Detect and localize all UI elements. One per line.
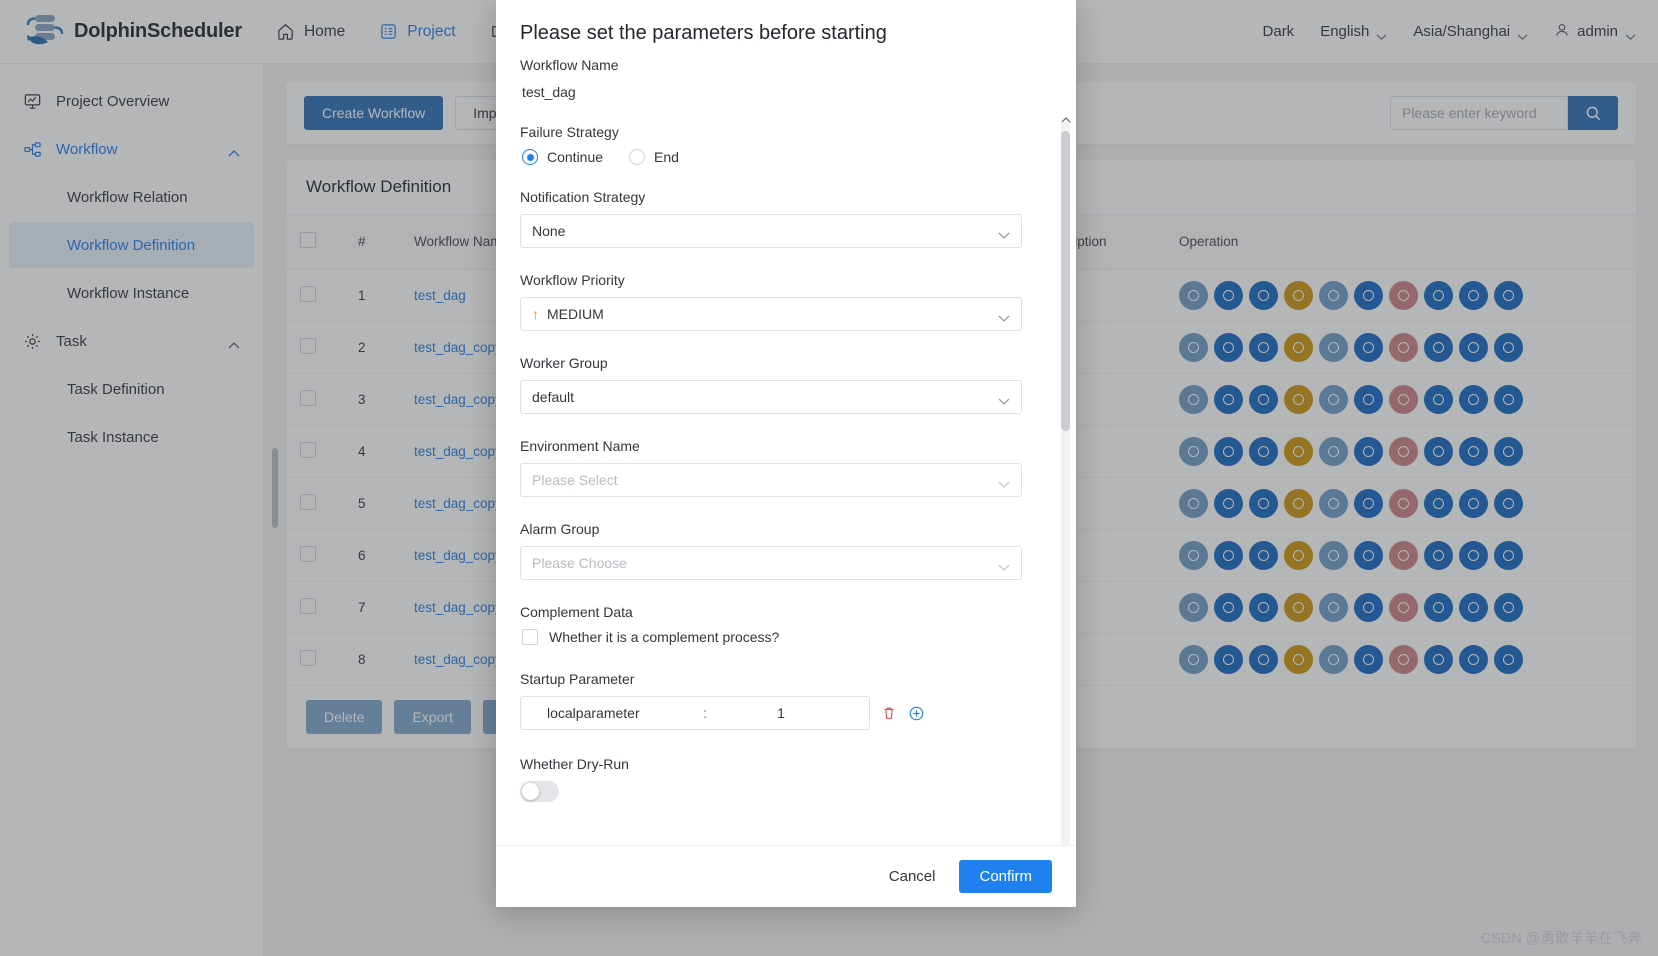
delete-parameter-icon[interactable] — [881, 705, 897, 721]
notification-strategy-select[interactable]: None — [520, 214, 1022, 248]
dialog-footer: Cancel Confirm — [496, 845, 1076, 907]
chevron-down-icon — [998, 559, 1010, 571]
failure-strategy-group: Continue End — [520, 149, 1022, 165]
complement-checkbox-label: Whether it is a complement process? — [549, 629, 780, 645]
dialog-title: Please set the parameters before startin… — [520, 22, 887, 44]
startup-parameter-box[interactable]: localparameter : 1 — [520, 696, 870, 730]
workflow-priority-label: Workflow Priority — [520, 272, 625, 288]
field-notification-strategy: Notification Strategy None — [520, 189, 1022, 248]
startup-param-value-input[interactable]: 1 — [711, 705, 869, 721]
startup-parameter-row: localparameter : 1 — [520, 696, 1022, 730]
field-dry-run: Whether Dry-Run — [520, 756, 1022, 802]
worker-group-label: Worker Group — [520, 355, 608, 371]
watermark: CSDN @勇敢羊羊在飞奔 — [1480, 931, 1642, 947]
dry-run-label: Whether Dry-Run — [520, 756, 629, 772]
worker-group-select[interactable]: default — [520, 380, 1022, 414]
environment-name-placeholder: Please Select — [532, 472, 618, 488]
workflow-priority-value: MEDIUM — [547, 306, 604, 322]
field-workflow-name: Workflow Name test_dag — [520, 57, 1022, 100]
radio-end-control[interactable] — [629, 149, 646, 165]
complement-checkbox[interactable] — [522, 629, 538, 645]
chevron-down-icon — [998, 310, 1010, 322]
complement-data-label: Complement Data — [520, 604, 633, 620]
failure-strategy-label: Failure Strategy — [520, 124, 619, 140]
dialog-scrollbar-thumb[interactable] — [1061, 131, 1070, 431]
alarm-group-label: Alarm Group — [520, 521, 600, 537]
workflow-name-value: test_dag — [522, 84, 576, 100]
worker-group-value: default — [532, 389, 575, 405]
field-workflow-priority: Workflow Priority ↑ MEDIUM — [520, 272, 1022, 331]
environment-name-select[interactable]: Please Select — [520, 463, 1022, 497]
field-alarm-group: Alarm Group Please Choose — [520, 521, 1022, 580]
alarm-group-placeholder: Please Choose — [532, 555, 627, 571]
chevron-down-icon — [998, 227, 1010, 239]
radio-end-label: End — [654, 149, 679, 165]
field-complement-data: Complement Data Whether it is a compleme… — [520, 604, 1022, 645]
app-root: DolphinScheduler Home Project Resources — [0, 0, 1658, 956]
cancel-button[interactable]: Cancel — [879, 862, 946, 891]
chevron-down-icon — [998, 476, 1010, 488]
priority-arrow-up-icon: ↑ — [532, 306, 539, 322]
start-parameters-dialog: Please set the parameters before startin… — [496, 0, 1076, 907]
chevron-down-icon — [998, 393, 1010, 405]
startup-param-separator: : — [703, 705, 707, 721]
field-startup-parameter: Startup Parameter localparameter : 1 — [520, 671, 1022, 730]
field-environment-name: Environment Name Please Select — [520, 438, 1022, 497]
startup-parameter-label: Startup Parameter — [520, 671, 635, 687]
alarm-group-select[interactable]: Please Choose — [520, 546, 1022, 580]
radio-continue-label: Continue — [547, 149, 604, 165]
environment-name-label: Environment Name — [520, 438, 640, 454]
startup-param-key-input[interactable]: localparameter — [521, 705, 699, 721]
notification-strategy-label: Notification Strategy — [520, 189, 646, 205]
field-worker-group: Worker Group default — [520, 355, 1022, 414]
confirm-button[interactable]: Confirm — [959, 860, 1052, 893]
radio-end[interactable]: End — [629, 149, 679, 165]
dry-run-toggle[interactable] — [520, 781, 559, 802]
complement-checkbox-row[interactable]: Whether it is a complement process? — [520, 629, 1022, 645]
radio-continue[interactable]: Continue — [522, 149, 603, 165]
workflow-priority-select[interactable]: ↑ MEDIUM — [520, 297, 1022, 331]
dialog-body: Workflow Name test_dag Failure Strategy … — [496, 53, 1076, 845]
radio-continue-control[interactable] — [522, 149, 538, 165]
field-failure-strategy: Failure Strategy Continue End — [520, 124, 1022, 165]
notification-strategy-value: None — [532, 223, 566, 239]
add-parameter-icon[interactable] — [908, 705, 925, 722]
workflow-name-label: Workflow Name — [520, 57, 619, 73]
